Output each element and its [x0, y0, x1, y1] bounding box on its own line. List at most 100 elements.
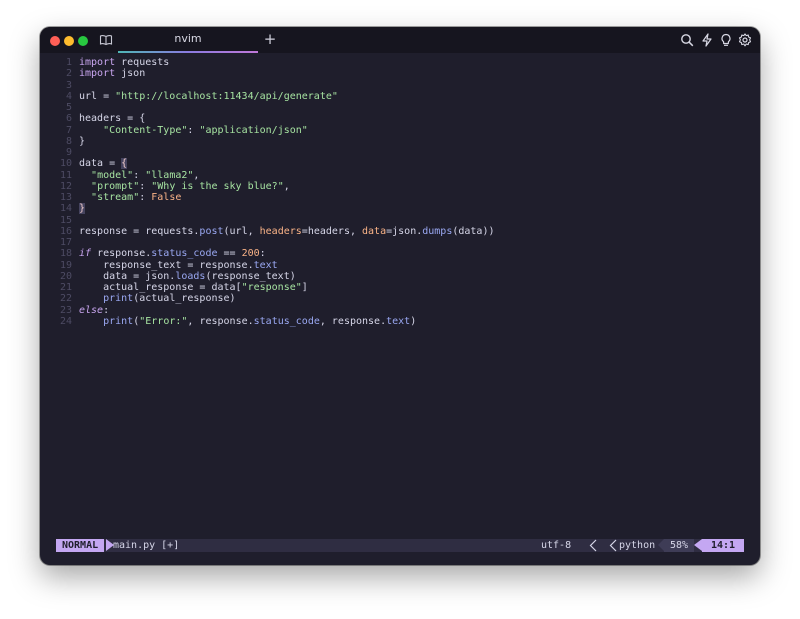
number-literal: 200 — [241, 248, 260, 260]
code-text: (actual_response) — [133, 293, 236, 305]
string-literal: "model" — [91, 169, 134, 181]
line-number: 2 — [65, 68, 72, 80]
minimize-window-button[interactable] — [64, 36, 74, 46]
code-text: url = — [79, 90, 116, 102]
matched-bracket: } — [79, 203, 86, 215]
string-literal: "http://localhost:11434/api/generate" — [115, 90, 338, 102]
keyword: if — [79, 248, 92, 260]
line-number: 11 — [59, 169, 72, 181]
close-window-button[interactable] — [50, 36, 60, 46]
line-number: 7 — [65, 124, 72, 136]
code-line: 23 else: — [56, 305, 109, 316]
code-text: : — [133, 169, 146, 181]
code-line: 22 print(actual_response) — [56, 293, 236, 304]
file-name: main.py [+] — [113, 540, 180, 551]
code-text: json — [115, 68, 146, 80]
line-number: 9 — [65, 147, 72, 158]
line-number: 24 — [59, 315, 72, 327]
line-number: 22 — [59, 293, 72, 305]
code-text: =json. — [386, 225, 423, 237]
tab-label: nvim — [174, 32, 202, 45]
search-icon[interactable] — [680, 33, 694, 47]
code-line: 18 if response.status_code == 200: — [56, 248, 266, 259]
attribute-name: text — [386, 315, 411, 327]
status-line: NORMAL main.py [+] utf-8 python 58% 14:1 — [56, 539, 744, 552]
attribute-name: status_code — [151, 248, 218, 260]
code-line: 5 — [56, 102, 79, 113]
code-text: headers = — [79, 113, 140, 125]
parameter-name: data — [362, 225, 387, 237]
line-number: 20 — [59, 270, 72, 282]
function-name: dumps — [422, 225, 453, 237]
function-name: loads — [175, 270, 206, 282]
bracket: { — [139, 113, 146, 125]
line-number: 10 — [59, 158, 72, 170]
code-line: 8} — [56, 136, 85, 147]
string-literal: "Content-Type" — [103, 124, 188, 136]
book-icon[interactable] — [99, 33, 113, 47]
code-line: 3 — [56, 80, 79, 91]
code-line: 4 url = "http://localhost:11434/api/gener… — [56, 91, 338, 102]
tab-nvim[interactable]: nvim — [118, 27, 258, 53]
string-literal: "Error:" — [139, 315, 188, 327]
code-text: response = requests. — [79, 225, 200, 237]
code-line: 7 "Content-Type": "application/json" — [56, 125, 308, 136]
line-number: 6 — [65, 113, 72, 125]
code-text: (response_text) — [205, 270, 296, 282]
code-text: == — [217, 248, 242, 260]
string-literal: "Why is the sky blue?" — [151, 180, 284, 192]
code-line: 2 import json — [56, 68, 145, 79]
code-line: 10 data = { — [56, 158, 128, 170]
code-editor[interactable]: 1 import requests 2 import json 3 4 url = "… — [56, 57, 744, 527]
gear-icon[interactable] — [738, 33, 752, 47]
code-line: 1 import requests — [56, 57, 169, 68]
string-literal: "response" — [241, 282, 302, 293]
function-name: print — [103, 293, 134, 305]
code-line: 19 response_text = response.text — [56, 260, 278, 271]
line-number: 1 — [65, 57, 72, 68]
code-line: 21 actual_response = data["response"] — [56, 282, 308, 293]
code-text: data = json. — [79, 270, 176, 282]
lightning-icon[interactable] — [700, 33, 714, 47]
code-text: (data)) — [452, 225, 495, 237]
keyword: import — [79, 57, 116, 68]
zoom-window-button[interactable] — [78, 36, 88, 46]
string-literal: "stream" — [91, 192, 140, 203]
code-text: : — [103, 304, 110, 316]
code-line: 9 — [56, 147, 79, 158]
code-text: , — [193, 169, 200, 181]
new-tab-button[interactable]: + — [263, 30, 277, 48]
titlebar: nvim + — [40, 27, 760, 53]
function-name: print — [103, 315, 134, 327]
code-text: response_text = response. — [79, 259, 254, 271]
code-text: : — [139, 192, 152, 203]
code-text: data = — [79, 158, 122, 170]
file-type: python — [619, 540, 656, 551]
position-separator — [694, 539, 702, 551]
code-line: 14} — [56, 203, 86, 215]
code-text: , response. — [187, 315, 254, 327]
code-line: 6 headers = { — [56, 113, 145, 124]
line-number: 5 — [65, 102, 72, 113]
terminal-window: nvim + 1 import requests 2 import json 3 4… — [40, 27, 760, 565]
line-number: 16 — [59, 225, 72, 237]
line-number: 13 — [59, 192, 72, 203]
code-text: : — [259, 248, 266, 260]
bulb-icon[interactable] — [719, 33, 733, 47]
line-number: 17 — [59, 237, 72, 248]
string-literal: "llama2" — [145, 169, 194, 181]
code-text: (url, — [223, 225, 260, 237]
string-literal: "application/json" — [199, 124, 308, 136]
code-line: 16 response = requests.post(url, headers=… — [56, 226, 495, 237]
code-line: 24 print("Error:", response.status_code,… — [56, 316, 416, 327]
parameter-name: headers — [259, 225, 302, 237]
code-text: , response. — [319, 315, 387, 327]
bracket: } — [79, 135, 86, 147]
line-number: 14 — [59, 203, 72, 215]
